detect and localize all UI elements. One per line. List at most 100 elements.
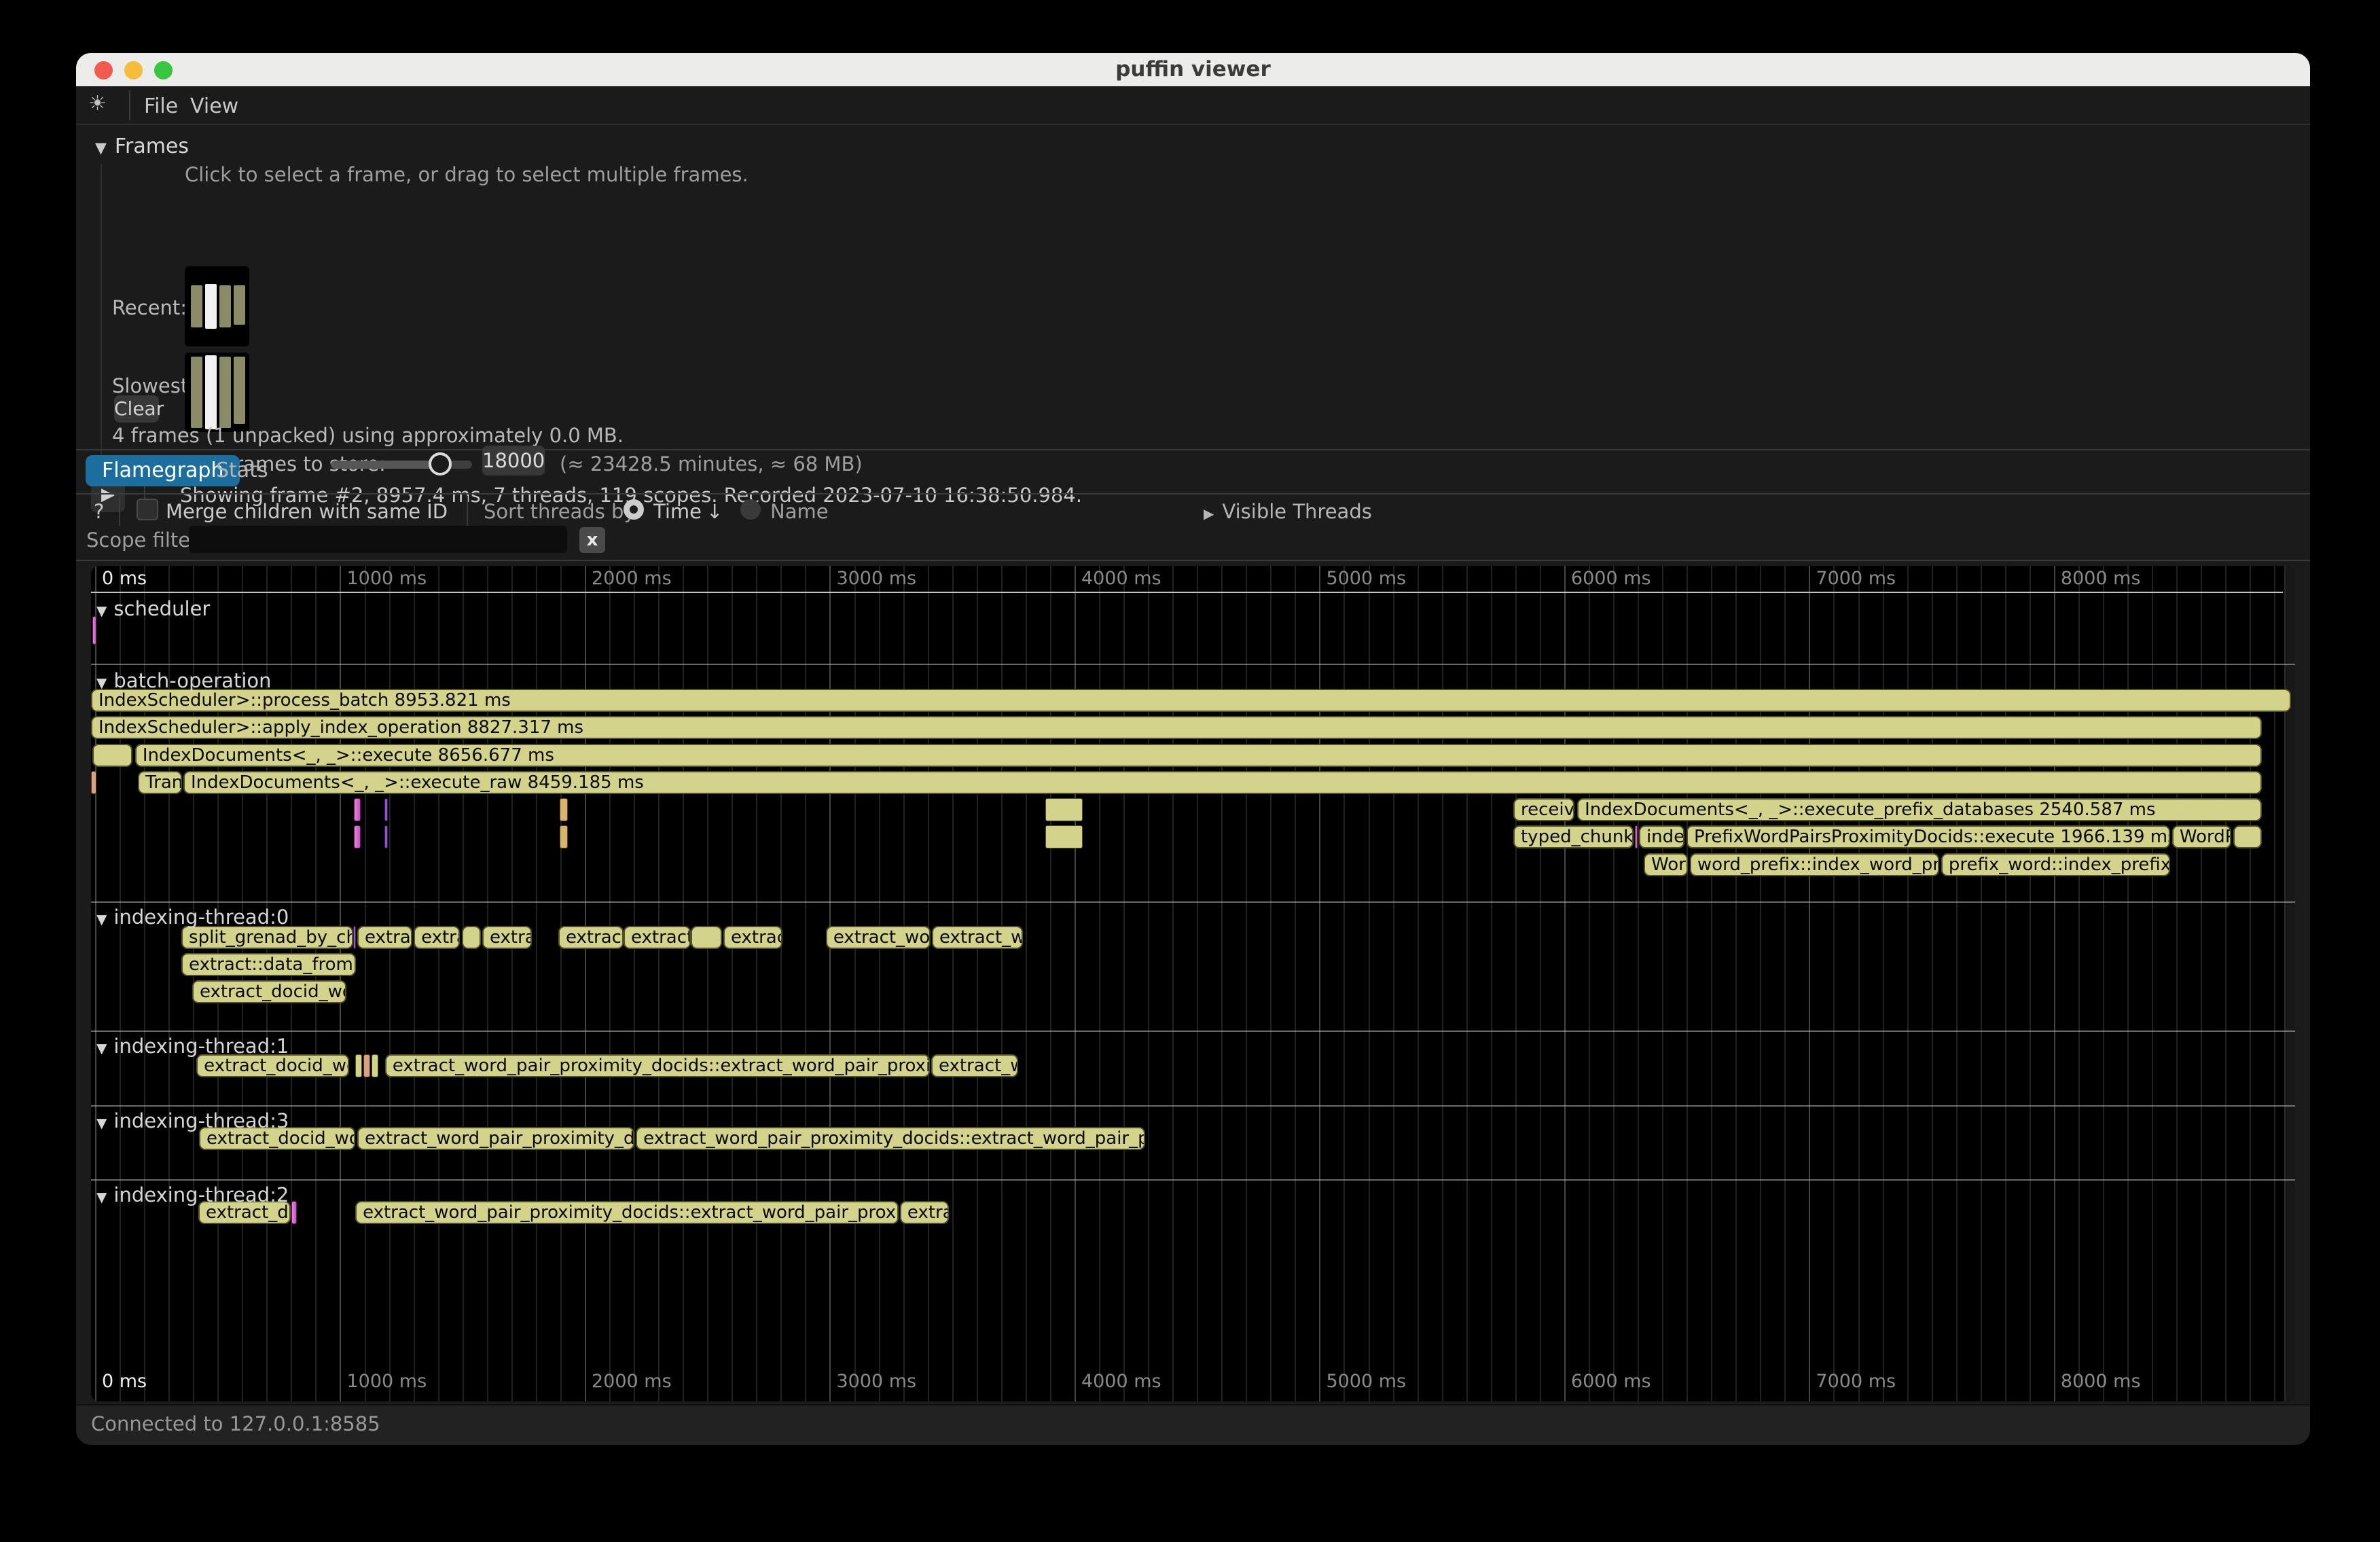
frame-bar[interactable]	[191, 285, 202, 327]
scope-bar[interactable]: receive_typed_	[1513, 798, 1574, 821]
scope-bar[interactable]: extrac	[900, 1201, 949, 1224]
help-button[interactable]: ?	[94, 500, 104, 523]
scope-sliver[interactable]	[1045, 798, 1083, 821]
tick-label: 4000 ms	[1081, 568, 1161, 589]
scope-bar[interactable]	[2233, 825, 2262, 848]
scope-bar[interactable]: extract_	[624, 926, 691, 949]
scope-bar[interactable]: typed_chunk::w	[1513, 825, 1634, 848]
scope-bar[interactable]: IndexDocuments<_, _>::execute_raw 8459.1…	[183, 771, 2262, 794]
menu-file[interactable]: File	[144, 94, 178, 118]
thread-separator	[91, 1179, 2295, 1181]
scope-bar[interactable]: extract_word_pair_proximity_docids::extr…	[355, 1201, 899, 1224]
tick-label: 7000 ms	[1816, 1371, 1896, 1392]
scope-sliver[interactable]	[1045, 825, 1083, 848]
collapse-triangle-icon: ▼	[96, 675, 107, 691]
scope-sliver[interactable]	[353, 926, 356, 949]
scope-sliver[interactable]	[354, 798, 361, 821]
tick-label: 8000 ms	[2061, 1371, 2141, 1392]
sort-name-radio[interactable]	[740, 499, 761, 520]
scope-bar[interactable]: extract_wo	[931, 1054, 1018, 1077]
menu-divider	[129, 90, 130, 120]
frame-bar[interactable]	[234, 357, 245, 424]
divider	[119, 496, 120, 526]
scope-bar[interactable]: WordPr	[2172, 825, 2231, 848]
scope-bar[interactable]: extract_word_pair_proximity_docids::extr…	[385, 1054, 930, 1077]
scope-bar[interactable]: prefix_word::index_prefix_wo	[1941, 853, 2170, 876]
tick-label: 1000 ms	[346, 1371, 427, 1392]
flamegraph-canvas[interactable]: 0 ms0 ms1000 ms1000 ms2000 ms2000 ms3000…	[91, 566, 2295, 1401]
scope-sliver[interactable]	[384, 825, 388, 848]
scope-filter-input[interactable]	[189, 526, 567, 553]
frames-hint: Click to select a frame, or drag to sele…	[185, 163, 749, 186]
thread-header-batch-operation[interactable]: ▼batch-operation	[96, 669, 272, 692]
sort-descending-icon[interactable]: ↓	[706, 500, 723, 523]
scope-bar[interactable]: split_grenad_by_chun	[181, 926, 353, 949]
scope-bar[interactable]: extract_	[558, 926, 624, 949]
scope-sliver[interactable]	[372, 1054, 378, 1077]
theme-toggle-icon[interactable]: ☀	[88, 92, 107, 115]
scope-bar[interactable]: IndexDocuments<_, _>::execute_prefix_dat…	[1577, 798, 2262, 821]
scope-bar[interactable]	[92, 744, 132, 767]
menu-view[interactable]: View	[190, 94, 238, 118]
frame-bar[interactable]	[191, 357, 202, 428]
collapse-triangle-icon: ▼	[96, 603, 107, 619]
scope-bar[interactable]: Trans	[138, 771, 182, 794]
slowest-label: Slowest:	[112, 374, 195, 397]
merge-children-label: Merge children with same ID	[166, 500, 448, 523]
thread-header-scheduler[interactable]: ▼scheduler	[96, 597, 210, 620]
scope-sliver[interactable]	[363, 1054, 370, 1077]
merge-children-checkbox[interactable]	[137, 499, 158, 520]
scope-bar[interactable]: extract_word_pair_proximity_docids	[357, 1127, 634, 1150]
sort-time-radio[interactable]	[624, 499, 644, 520]
clear-button[interactable]: Clear	[114, 395, 159, 423]
thread-header-indexing-thread-0[interactable]: ▼indexing-thread:0	[96, 906, 289, 929]
scope-bar[interactable]: extract	[723, 926, 782, 949]
slowest-frames-thumbnail[interactable]	[185, 353, 249, 432]
scope-bar[interactable]: PrefixWordPairsProximityDocids::execute …	[1687, 825, 2170, 848]
scope-bar[interactable]: extract_word	[826, 926, 931, 949]
scope-bar[interactable]	[462, 926, 481, 949]
scope-bar[interactable]: Word	[1644, 853, 1688, 876]
tick-label: 7000 ms	[1816, 568, 1896, 589]
tab-stats[interactable]: Stats	[200, 455, 285, 486]
tick-label: 6000 ms	[1571, 1371, 1651, 1392]
thread-header-indexing-thread-3[interactable]: ▼indexing-thread:3	[96, 1109, 289, 1132]
collapse-triangle-icon: ▼	[95, 140, 107, 157]
frame-bar[interactable]	[219, 285, 231, 327]
scope-bar[interactable]	[691, 926, 722, 949]
scope-sliver[interactable]	[91, 771, 96, 794]
scope-sliver[interactable]	[355, 1054, 362, 1077]
thread-header-indexing-thread-1[interactable]: ▼indexing-thread:1	[96, 1035, 289, 1058]
visible-threads-toggle[interactable]: ▶Visible Threads	[1204, 500, 1372, 523]
tick-label: 5000 ms	[1326, 568, 1406, 589]
scope-sliver[interactable]	[291, 1201, 297, 1224]
scope-bar[interactable]: extract_docid_word	[196, 1054, 349, 1077]
scope-sliver[interactable]	[560, 798, 568, 821]
scope-bar[interactable]: word_prefix::index_word_prefix_	[1690, 853, 1939, 876]
frame-bar-selected[interactable]	[205, 284, 217, 329]
frame-bar[interactable]	[219, 357, 231, 428]
scope-bar[interactable]: extract_word_pair_proximity_docids::extr…	[636, 1127, 1145, 1150]
scope-sliver[interactable]	[560, 825, 568, 848]
frames-section-header[interactable]: ▼Frames	[95, 135, 189, 158]
frame-bar-selected[interactable]	[205, 355, 217, 429]
scope-bar[interactable]: extra	[414, 926, 460, 949]
scope-sliver[interactable]	[384, 798, 388, 821]
scope-bar[interactable]: extract	[357, 926, 412, 949]
scope-bar[interactable]: extrac	[482, 926, 532, 949]
recent-frames-thumbnail[interactable]	[185, 266, 249, 346]
clear-filter-button[interactable]: x	[579, 527, 605, 553]
scope-sliver[interactable]	[1635, 825, 1638, 848]
scope-bar[interactable]: extract_docid_word	[192, 980, 346, 1003]
scope-bar[interactable]: index	[1639, 825, 1684, 848]
scope-bar[interactable]: extract_wo	[932, 926, 1023, 949]
frame-bar[interactable]	[234, 285, 245, 325]
scope-sliver[interactable]	[354, 825, 361, 848]
scope-sliver[interactable]	[92, 616, 96, 645]
scope-bar[interactable]: IndexScheduler>::process_batch 8953.821 …	[91, 689, 2291, 712]
tick-label: 4000 ms	[1081, 1371, 1161, 1392]
scope-bar[interactable]: IndexScheduler>::apply_index_operation 8…	[91, 716, 2262, 739]
thread-header-indexing-thread-2[interactable]: ▼indexing-thread:2	[96, 1183, 289, 1206]
scope-bar[interactable]: IndexDocuments<_, _>::execute 8656.677 m…	[135, 744, 2262, 767]
scope-bar[interactable]: extract::data_from_ob	[181, 953, 356, 976]
